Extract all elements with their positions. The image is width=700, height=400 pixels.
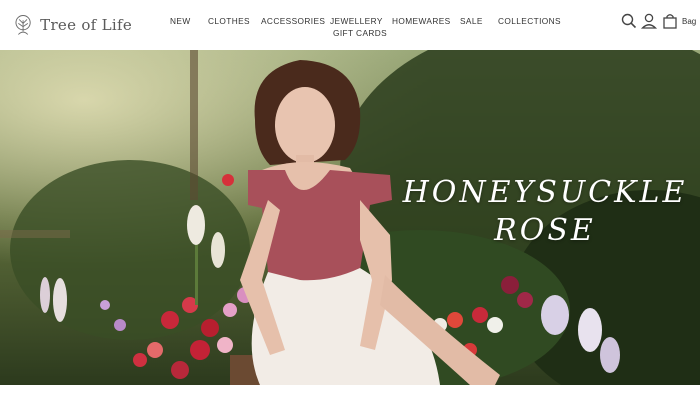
main-nav: NEW CLOTHES ACCESSORIES JEWELLERY HOMEWA… <box>160 14 580 44</box>
bag-icon[interactable] <box>661 12 679 30</box>
brand-name: Tree of Life <box>40 16 132 34</box>
page-content-below <box>0 385 700 400</box>
hero-title-line-2: ROSE <box>494 213 596 248</box>
header-icons: Bag <box>620 12 700 32</box>
user-icon[interactable] <box>640 12 658 30</box>
tree-icon <box>15 15 31 35</box>
nav-item-homewares[interactable]: HOMEWARES <box>392 16 451 26</box>
nav-item-accessories[interactable]: ACCESSORIES <box>261 16 325 26</box>
nav-item-new[interactable]: NEW <box>170 16 191 26</box>
hero-title[interactable]: HONEYSUCKLE ROSE <box>400 174 690 250</box>
nav-item-clothes[interactable]: CLOTHES <box>208 16 250 26</box>
site-header: Tree of Life NEW CLOTHES ACCESSORIES JEW… <box>0 0 700 50</box>
nav-item-collections[interactable]: COLLECTIONS <box>498 16 561 26</box>
nav-item-jewellery[interactable]: JEWELLERY <box>330 16 383 26</box>
hero-title-line-1: HONEYSUCKLE <box>402 175 688 210</box>
search-icon[interactable] <box>620 12 638 30</box>
nav-item-gift-cards[interactable]: GIFT CARDS <box>333 28 387 38</box>
brand-logo[interactable]: Tree of Life <box>12 10 132 40</box>
bag-label[interactable]: Bag <box>682 17 696 26</box>
hero-banner[interactable]: HONEYSUCKLE ROSE <box>0 50 700 385</box>
nav-item-sale[interactable]: SALE <box>460 16 483 26</box>
